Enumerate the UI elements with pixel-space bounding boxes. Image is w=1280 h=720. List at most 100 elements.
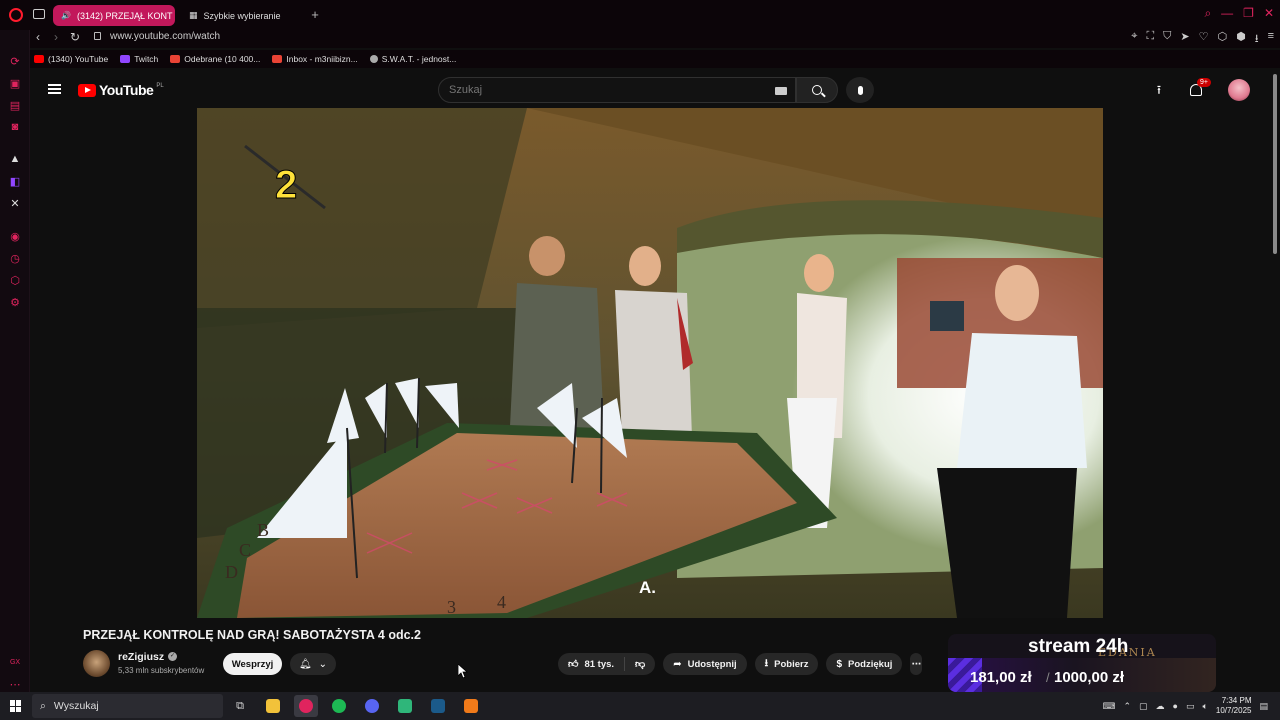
- discord-icon[interactable]: [360, 695, 384, 717]
- tab-overview-icon[interactable]: [33, 9, 45, 19]
- keyboard-icon[interactable]: [775, 87, 787, 95]
- voice-search-button[interactable]: [846, 77, 874, 103]
- dislike-button[interactable]: 👎︎: [625, 658, 655, 670]
- thanks-button[interactable]: $ Podziękuj: [826, 653, 903, 675]
- search-input[interactable]: [449, 84, 749, 96]
- taskbar-search[interactable]: ⌕ Wyszukaj: [32, 694, 223, 718]
- gmail-icon: [272, 55, 283, 63]
- reload-icon[interactable]: ↻: [70, 30, 80, 44]
- account-avatar[interactable]: [1228, 79, 1250, 101]
- download-button[interactable]: ⭳ Pobierz: [754, 653, 819, 675]
- download-label: Pobierz: [774, 658, 809, 670]
- bookmark-youtube[interactable]: (1340) YouTube: [34, 54, 108, 64]
- new-tab-button[interactable]: +: [308, 8, 322, 22]
- sidebar-aria-icon[interactable]: ▲: [8, 152, 22, 166]
- shield-icon[interactable]: ⛉: [1163, 30, 1171, 49]
- youtube-logo[interactable]: YouTube PL: [78, 82, 164, 98]
- sidebar-messenger-icon[interactable]: ▤: [8, 98, 22, 112]
- youtube-header: YouTube PL ⭱ 9+: [30, 70, 1270, 110]
- channel-avatar[interactable]: [83, 650, 110, 677]
- sidebar-refresh-icon[interactable]: ⟳: [8, 54, 22, 68]
- scroll-thumb[interactable]: [1273, 74, 1277, 254]
- microphone-icon[interactable]: ●: [1173, 701, 1178, 711]
- opera-gx-logo-icon[interactable]: [9, 8, 23, 22]
- url-field[interactable]: www.youtube.com/watch: [110, 31, 220, 42]
- hamburger-menu-icon[interactable]: [48, 84, 61, 94]
- pin-icon[interactable]: ⌖: [1131, 30, 1137, 49]
- download-icon[interactable]: ⭳: [1255, 30, 1259, 49]
- logo-text: YouTube: [99, 82, 154, 98]
- sidebar-history-icon[interactable]: ◷: [8, 251, 22, 265]
- sidebar-player-icon[interactable]: ◉: [8, 229, 22, 243]
- tray-app-icon[interactable]: ▢: [1139, 701, 1148, 712]
- sidebar-settings-icon[interactable]: ⚙: [8, 295, 22, 309]
- bookmark-label: S.W.A.T. - jednost...: [381, 54, 457, 64]
- minimize-icon[interactable]: —: [1221, 6, 1233, 21]
- search-tabs-icon[interactable]: ⌕: [1204, 6, 1211, 21]
- menu-icon[interactable]: ≡: [1268, 30, 1274, 49]
- send-icon[interactable]: ➤: [1180, 30, 1189, 49]
- bell-icon: 🔔︎: [298, 658, 312, 670]
- bookmark-gmail-inbox[interactable]: Inbox - m3niibizn...: [272, 54, 358, 64]
- heart-icon[interactable]: ♡: [1199, 30, 1209, 49]
- share-button[interactable]: ➦ Udostępnij: [663, 653, 747, 675]
- chevron-down-icon: ⌄: [318, 658, 328, 670]
- subscription-bell-button[interactable]: 🔔︎ ⌄: [290, 653, 336, 675]
- bookmark-twitch[interactable]: Twitch: [120, 54, 158, 64]
- search-button[interactable]: [796, 77, 838, 103]
- board-letter: D: [225, 562, 238, 582]
- spotify-icon[interactable]: [327, 695, 351, 717]
- forward-icon[interactable]: ›: [54, 30, 58, 44]
- sidebar-more-icon[interactable]: ⋯: [8, 677, 22, 691]
- sidebar-extensions-icon[interactable]: ⬡: [8, 273, 22, 287]
- snapshot-icon[interactable]: ⛶: [1146, 30, 1154, 49]
- speaker-icon[interactable]: 🔊: [61, 11, 71, 20]
- like-button[interactable]: 👍︎ 81 tys.: [568, 657, 626, 671]
- more-actions-button[interactable]: ⋯: [910, 653, 923, 675]
- channel-name[interactable]: reZigiusz: [118, 651, 164, 663]
- stream-goal-widget[interactable]: EDANIA stream 24h 181,00 zł / 1000,00 zł: [948, 634, 1216, 692]
- back-icon[interactable]: ‹: [36, 30, 40, 44]
- android-studio-icon[interactable]: [393, 695, 417, 717]
- steam-icon[interactable]: [426, 695, 450, 717]
- bookmarks-bar: (1340) YouTube Twitch Odebrane (10 400..…: [30, 50, 1280, 68]
- clock[interactable]: 7:34 PM 10/7/2025: [1216, 696, 1252, 716]
- keyboard-layout-icon[interactable]: ⌨: [1102, 701, 1115, 712]
- windows-start-icon[interactable]: [10, 700, 22, 712]
- opera-gx-icon[interactable]: [294, 695, 318, 717]
- windows-taskbar: ⌕ Wyszukaj ⧉ ⌨ ⌃ ▢ ☁ ● ▭ 🔈︎ 7:34 PM 10/7…: [0, 692, 1280, 720]
- cloud-icon[interactable]: ☁: [1156, 701, 1165, 712]
- network-icon[interactable]: ▭: [1186, 701, 1195, 712]
- sidebar-bag-icon[interactable]: ▣: [8, 76, 22, 90]
- thumbs-up-icon: 👍︎: [568, 659, 579, 670]
- notification-center-icon[interactable]: ▤: [1259, 701, 1268, 712]
- globe-icon: [369, 55, 378, 63]
- bookmark-swat[interactable]: S.W.A.T. - jednost...: [369, 54, 457, 64]
- tab-youtube-video[interactable]: 🔊 (3142) PRZEJĄŁ KONT: [53, 5, 175, 26]
- support-button[interactable]: Wesprzyj: [223, 653, 282, 675]
- notifications-button[interactable]: 9+: [1188, 78, 1211, 99]
- goal-separator: /: [1046, 670, 1050, 685]
- file-explorer-icon[interactable]: [261, 695, 285, 717]
- clock-time: 7:34 PM: [1221, 696, 1252, 705]
- volume-icon[interactable]: 🔈︎: [1202, 701, 1207, 712]
- close-icon[interactable]: ✕: [1264, 6, 1274, 21]
- sidebar-x-icon[interactable]: ✕: [8, 196, 22, 210]
- chevron-up-icon[interactable]: ⌃: [1123, 701, 1131, 712]
- search-icon: ⌕: [40, 699, 46, 712]
- task-view-icon[interactable]: ⧉: [228, 695, 252, 717]
- sidebar-music-icon[interactable]: ◙: [8, 120, 22, 134]
- maximize-icon[interactable]: ❐: [1243, 6, 1254, 21]
- tab-speed-dial[interactable]: ▦ Szybkie wybieranie: [181, 5, 311, 26]
- wallet-icon[interactable]: ⬢: [1236, 30, 1246, 49]
- video-player[interactable]: 2 A. D C B 3 4: [197, 108, 1103, 618]
- bookmark-gmail-received[interactable]: Odebrane (10 400...: [170, 54, 260, 64]
- download-icon: ⭳: [764, 657, 769, 669]
- app-icon[interactable]: [459, 695, 483, 717]
- page-scrollbar[interactable]: [1270, 70, 1280, 692]
- board-number: 4: [497, 592, 506, 612]
- extensions-icon[interactable]: ⬡: [1218, 30, 1228, 49]
- share-label: Udostępnij: [687, 658, 737, 670]
- sidebar-twitch-icon[interactable]: ◧: [8, 174, 22, 188]
- upload-icon[interactable]: ⭱: [1152, 83, 1166, 97]
